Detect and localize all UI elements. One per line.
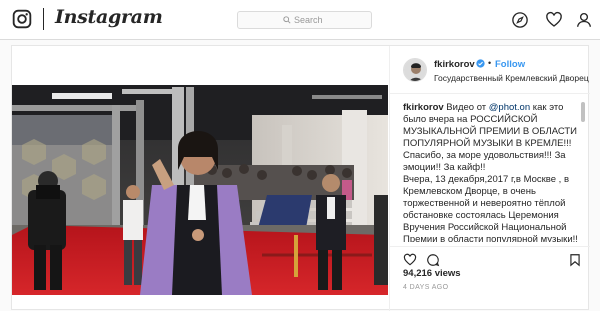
nav-divider	[43, 8, 44, 30]
instagram-wordmark[interactable]: Instagram	[55, 6, 163, 28]
explore-icon[interactable]	[511, 11, 529, 29]
search-input[interactable]: Search	[237, 11, 372, 29]
post-date[interactable]: 4 DAYS AGO	[403, 284, 449, 291]
post-photo[interactable]	[12, 85, 388, 295]
search-placeholder: Search	[294, 15, 323, 25]
instagram-camera-icon[interactable]	[12, 9, 32, 29]
profile-icon[interactable]	[575, 11, 593, 29]
avatar[interactable]	[403, 58, 427, 82]
post-card: fkirkorov • Follow Государственный Кремл…	[11, 45, 590, 311]
post-username[interactable]: fkirkorov	[434, 59, 475, 70]
like-heart-icon[interactable]	[403, 253, 417, 267]
post-side-panel: fkirkorov • Follow Государственный Кремл…	[389, 46, 590, 311]
follow-button[interactable]: Follow	[495, 59, 525, 70]
post-actions	[390, 246, 590, 268]
top-nav: Instagram Search	[0, 0, 600, 40]
caption-scrollbar[interactable]	[581, 102, 585, 122]
post-header: fkirkorov • Follow Государственный Кремл…	[390, 46, 590, 94]
caption-username[interactable]: fkirkorov	[403, 102, 444, 113]
post-caption: fkirkorov Видео от @phot.on как это было…	[403, 102, 579, 242]
view-count[interactable]: 94,216 views	[403, 268, 461, 279]
caption-text-before-mention: Видео от	[443, 102, 489, 113]
caption-paragraph: fkirkorov Видео от @phot.on как это было…	[403, 102, 579, 150]
post-location[interactable]: Государственный Кремлевский Дворец	[434, 73, 589, 83]
separator-dot: •	[488, 58, 492, 68]
search-icon	[283, 16, 291, 24]
comment-icon[interactable]	[426, 253, 440, 267]
caption-line-event: Вчера, 13 декабря,2017 г,в Москве , в Кр…	[403, 174, 578, 242]
caption-line-thanks: Спасибо, за море удовольствия!!! За эмоц…	[403, 150, 566, 173]
save-bookmark-icon[interactable]	[568, 253, 582, 267]
caption-mention-link[interactable]: @phot.on	[489, 102, 530, 113]
heart-icon[interactable]	[545, 11, 563, 29]
verified-badge-icon	[476, 59, 485, 68]
